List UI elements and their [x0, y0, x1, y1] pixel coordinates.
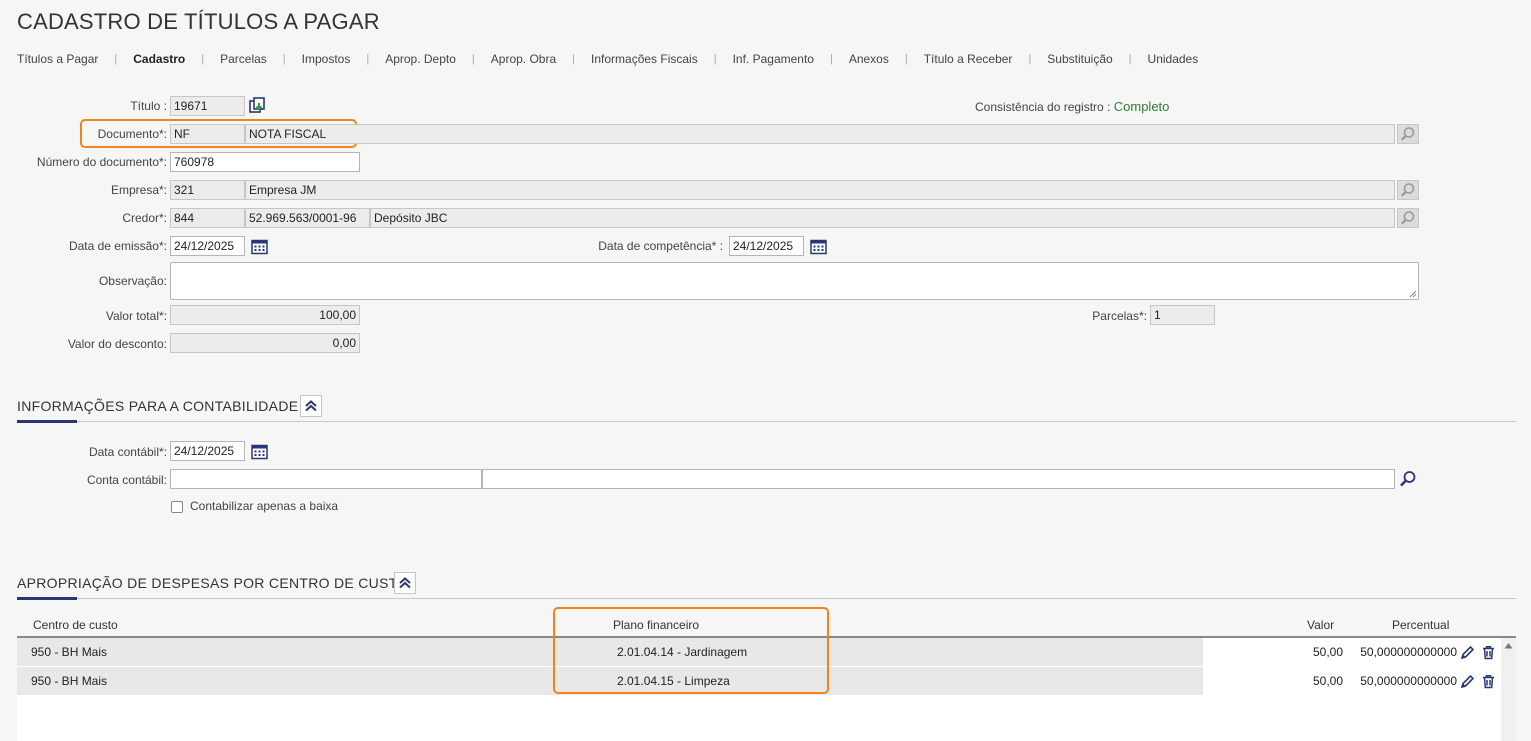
credor-desc-field: Depósito JBC	[370, 208, 1395, 228]
search-icon[interactable]	[1397, 124, 1419, 144]
tab-aprop-depto[interactable]: Aprop. Depto	[385, 52, 456, 66]
conta-contabil-desc-input[interactable]	[482, 469, 1395, 489]
section-accent	[17, 597, 77, 600]
tab-parcelas[interactable]: Parcelas	[220, 52, 267, 66]
tab-aprop-obra[interactable]: Aprop. Obra	[491, 52, 556, 66]
chevron-double-up-icon	[399, 577, 411, 589]
tab-separator: |	[114, 53, 118, 65]
empresa-code-field: 321	[170, 180, 245, 200]
valor-desconto-label: Valor do desconto:	[67, 337, 167, 351]
tab-separator: |	[471, 53, 475, 65]
consistencia-label: Consistência do registro : Completo	[975, 99, 1169, 114]
tab-separator: |	[829, 53, 833, 65]
consistencia-value: Completo	[1113, 99, 1170, 114]
search-icon[interactable]	[1397, 469, 1419, 489]
collapse-apropriacao-button[interactable]	[394, 572, 416, 594]
cell-centro: 950 - BH Mais	[31, 674, 108, 688]
tab-anexos[interactable]: Anexos	[849, 52, 889, 66]
tab-informacoes-fiscais[interactable]: Informações Fiscais	[591, 52, 698, 66]
chevron-double-up-icon	[305, 400, 317, 412]
cell-percentual: 50,000000000000	[1345, 667, 1457, 695]
calendar-icon[interactable]	[807, 236, 829, 256]
pencil-icon[interactable]	[1458, 671, 1476, 691]
col-header-centro[interactable]: Centro de custo	[33, 618, 118, 632]
tab-separator: |	[713, 53, 717, 65]
tab-separator: |	[201, 53, 205, 65]
resize-handle-icon[interactable]	[1409, 290, 1417, 298]
tab-bar: Títulos a Pagar | Cadastro | Parcelas | Imp…	[17, 52, 1198, 66]
conta-contabil-code-input[interactable]	[170, 469, 482, 489]
tab-separator: |	[366, 53, 370, 65]
titulo-label: Título :	[130, 99, 167, 113]
tab-titulos-a-pagar[interactable]: Títulos a Pagar	[17, 52, 98, 66]
numero-documento-label: Número do documento*:	[36, 155, 167, 169]
empresa-label: Empresa*:	[110, 183, 167, 197]
tab-unidades[interactable]: Unidades	[1148, 52, 1199, 66]
tab-separator: |	[1028, 53, 1032, 65]
copy-icon[interactable]	[247, 96, 269, 116]
tab-separator: |	[904, 53, 908, 65]
numero-documento-input[interactable]: 760978	[170, 152, 360, 172]
scroll-up-arrow-icon[interactable]	[1504, 642, 1513, 649]
tab-cadastro[interactable]: Cadastro	[133, 52, 185, 66]
col-header-valor[interactable]: Valor	[1307, 618, 1334, 632]
parcelas-label: Parcelas*:	[1092, 309, 1147, 323]
cell-centro: 950 - BH Mais	[31, 645, 108, 659]
data-contabil-input[interactable]: 24/12/2025	[170, 441, 245, 461]
contabilizar-checkbox[interactable]	[171, 501, 183, 513]
data-contabil-label: Data contábil*:	[88, 445, 167, 459]
grid-scrollbar[interactable]	[1501, 638, 1516, 741]
valor-desconto-field: 0,00	[170, 333, 360, 353]
contabilizar-label: Contabilizar apenas a baixa	[190, 499, 339, 513]
section-divider	[17, 598, 1516, 599]
cell-valor: 50,00	[1203, 638, 1343, 666]
tab-impostos[interactable]: Impostos	[302, 52, 351, 66]
tab-titulo-a-receber[interactable]: Título a Receber	[924, 52, 1013, 66]
search-icon[interactable]	[1397, 180, 1419, 200]
credor-cnpj-field: 52.969.563/0001-96	[245, 208, 370, 228]
observacao-textarea[interactable]	[170, 262, 1419, 300]
valor-total-field: 100,00	[170, 305, 360, 325]
tab-separator: |	[282, 53, 286, 65]
section-accent	[17, 420, 77, 423]
data-competencia-input[interactable]: 24/12/2025	[729, 236, 804, 256]
search-icon[interactable]	[1397, 208, 1419, 228]
tab-inf-pagamento[interactable]: Inf. Pagamento	[733, 52, 814, 66]
plano-financeiro-highlight	[553, 607, 829, 694]
data-emissao-label: Data de emissão*:	[68, 239, 167, 253]
contabilidade-section-title: INFORMAÇÕES PARA A CONTABILIDADE	[17, 398, 299, 414]
credor-label: Credor*:	[122, 211, 167, 225]
cell-percentual: 50,000000000000	[1345, 638, 1457, 666]
tab-separator: |	[1128, 53, 1132, 65]
trash-icon[interactable]	[1479, 642, 1497, 662]
calendar-icon[interactable]	[248, 236, 270, 256]
cell-valor: 50,00	[1203, 667, 1343, 695]
documento-code-field: NF	[170, 124, 245, 144]
section-divider	[17, 421, 1516, 422]
calendar-icon[interactable]	[248, 441, 270, 461]
documento-label: Documento*:	[97, 127, 167, 141]
col-header-percentual[interactable]: Percentual	[1392, 618, 1449, 632]
page-title: CADASTRO DE TÍTULOS A PAGAR	[17, 9, 380, 34]
credor-code-field: 844	[170, 208, 245, 228]
conta-contabil-label: Conta contábil:	[86, 473, 167, 487]
collapse-contabilidade-button[interactable]	[300, 395, 322, 417]
parcelas-field: 1	[1150, 305, 1215, 325]
tab-separator: |	[572, 53, 576, 65]
pencil-icon[interactable]	[1458, 642, 1476, 662]
trash-icon[interactable]	[1479, 671, 1497, 691]
tab-substituicao[interactable]: Substituição	[1047, 52, 1112, 66]
observacao-label: Observação:	[98, 274, 167, 288]
consistencia-label-text: Consistência do registro :	[975, 100, 1111, 114]
titulo-field: 19671	[170, 96, 245, 116]
apropriacao-section-title: APROPRIAÇÃO DE DESPESAS POR CENTRO DE CU…	[17, 575, 409, 591]
empresa-desc-field: Empresa JM	[245, 180, 1395, 200]
data-competencia-label: Data de competência* :	[598, 239, 723, 253]
valor-total-label: Valor total*:	[105, 309, 167, 323]
documento-desc-field: NOTA FISCAL	[245, 124, 1395, 144]
data-emissao-input[interactable]: 24/12/2025	[170, 236, 245, 256]
